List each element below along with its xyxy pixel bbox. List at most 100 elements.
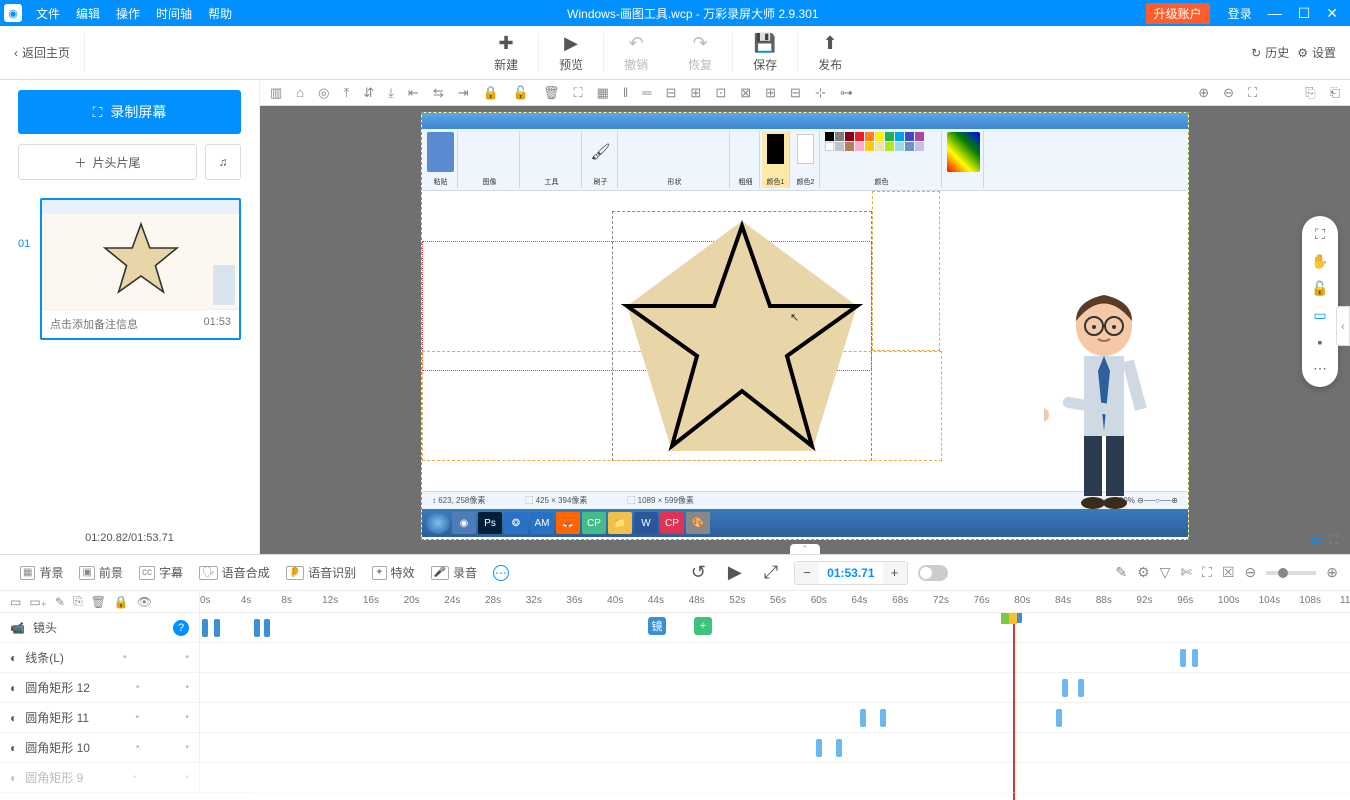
bg-button[interactable]: ▦背景 [12, 555, 71, 590]
dist8-icon[interactable]: ⊶ [840, 85, 853, 101]
spacing-v-icon[interactable]: ═ [642, 85, 651, 100]
clip[interactable] [880, 709, 886, 727]
zoom-in-icon[interactable]: ⊕ [1198, 85, 1209, 101]
menu-action[interactable]: 操作 [108, 5, 148, 22]
clip[interactable] [1078, 679, 1084, 697]
clip[interactable] [1056, 709, 1062, 727]
back-button[interactable]: ‹ 返回主页 [0, 44, 84, 61]
asr-button[interactable]: 👂语音识别 [278, 555, 364, 590]
dist1-icon[interactable]: ⊟ [666, 85, 677, 101]
minimize-icon[interactable]: — [1260, 5, 1290, 21]
del-icon[interactable]: ☒ [1222, 564, 1235, 581]
target-icon[interactable]: ◎ [318, 85, 329, 101]
clip[interactable] [254, 619, 260, 637]
t-icon6[interactable]: 🔒 [114, 595, 129, 609]
cut-icon[interactable]: ✄ [1180, 564, 1192, 581]
help-icon[interactable]: ? [173, 620, 189, 636]
lock-icon[interactable]: 🔒 [483, 85, 499, 101]
dist4-icon[interactable]: ⊠ [740, 85, 751, 101]
align-bottom-icon[interactable]: ⤓ [388, 85, 394, 101]
maximize-icon[interactable]: ☐ [1290, 5, 1319, 22]
edge-expand-tab[interactable]: ‹ [1336, 306, 1350, 346]
undo-button[interactable]: ↶撤销 [604, 33, 668, 73]
timeline-ruler[interactable]: 0s4s8s12s16s20s24s28s32s36s40s44s48s52s5… [200, 591, 1350, 612]
add-marker[interactable]: + [694, 617, 712, 635]
settings-button[interactable]: ⚙设置 [1297, 44, 1336, 61]
corner-screen-icon[interactable]: ▭ [1311, 532, 1323, 548]
dist3-icon[interactable]: ⊡ [715, 85, 726, 101]
paste-icon[interactable]: ⎗ [1330, 85, 1340, 101]
scene-thumbnail[interactable]: 01 点击添加备注信息 01:53 [18, 198, 241, 340]
play-button[interactable]: ▶ [722, 562, 748, 583]
home-icon[interactable]: ⌂ [296, 85, 304, 100]
history-button[interactable]: ↻历史 [1251, 44, 1289, 61]
clip[interactable] [860, 709, 866, 727]
menu-file[interactable]: 文件 [28, 5, 68, 22]
corner-fit-icon[interactable]: ⛶ [1329, 532, 1338, 548]
clip[interactable] [1062, 679, 1068, 697]
zoom-out-icon[interactable]: ⊖ [1223, 85, 1234, 101]
align-left-icon[interactable]: ⇤ [408, 85, 419, 101]
clip[interactable] [816, 739, 822, 757]
camera-marker[interactable]: 镜 [648, 617, 666, 635]
clip[interactable] [264, 619, 270, 637]
expand-button[interactable]: ⤢ [758, 562, 784, 583]
t-icon1[interactable]: ▭ [10, 595, 21, 609]
collapse-handle-icon[interactable]: ⌃ [790, 544, 820, 554]
close-icon[interactable]: ✕ [1318, 5, 1346, 22]
fx-button[interactable]: ✦特效 [364, 555, 422, 590]
clip[interactable] [836, 739, 842, 757]
fg-button[interactable]: ▣前景 [71, 555, 130, 590]
rewind-button[interactable]: ↺ [685, 562, 712, 583]
login-button[interactable]: 登录 [1220, 5, 1260, 22]
save-button[interactable]: 💾保存 [733, 33, 797, 73]
head-tail-button[interactable]: ＋片头片尾 [18, 144, 197, 180]
upgrade-button[interactable]: 升级账户 [1146, 3, 1210, 24]
new-button[interactable]: ✚新建 [474, 33, 538, 73]
dist6-icon[interactable]: ⊟ [790, 85, 801, 101]
record-screen-button[interactable]: ⛶录制屏幕 [18, 90, 241, 134]
filter-icon[interactable]: ▽ [1160, 564, 1171, 581]
tts-button[interactable]: 🗣语音合成 [191, 555, 278, 590]
layers-icon[interactable]: ▥ [270, 85, 282, 101]
clip[interactable] [214, 619, 220, 637]
more-button[interactable]: ⋯ [485, 555, 517, 590]
grid1-icon[interactable]: ▦ [597, 85, 609, 101]
crop-icon[interactable]: ⛶ [574, 85, 583, 101]
screen2-icon[interactable]: ▪ [1318, 334, 1323, 350]
subtitle-button[interactable]: cc字幕 [131, 555, 191, 590]
menu-timeline[interactable]: 时间轴 [148, 5, 200, 22]
t-icon2[interactable]: ▭₊ [29, 595, 47, 609]
fit-icon[interactable]: ⛶ [1248, 85, 1257, 101]
adjust-icon[interactable]: ⚙ [1137, 564, 1150, 581]
dist5-icon[interactable]: ⊞ [765, 85, 776, 101]
spacing-h-icon[interactable]: ‖ [623, 85, 628, 100]
fullscreen-icon[interactable]: ⛶ [1315, 226, 1325, 243]
canvas-frame[interactable]: 粘贴 图像 工具 🖌刷子 形状 粗细 颜色1 颜色2 颜色 [421, 112, 1189, 540]
zoom-out2-icon[interactable]: ⊖ [1245, 564, 1257, 581]
t-icon5[interactable]: 🗑 [91, 595, 106, 609]
t-icon3[interactable]: ✎ [55, 595, 65, 609]
edit-icon[interactable]: ✎ [1115, 564, 1127, 581]
dist7-icon[interactable]: ⊹ [815, 85, 826, 101]
crop2-icon[interactable]: ⛶ [1202, 564, 1212, 581]
delete-icon[interactable]: 🗑 [543, 85, 560, 101]
clip[interactable] [1192, 649, 1198, 667]
time-minus-button[interactable]: − [795, 562, 819, 584]
redo-button[interactable]: ↷恢复 [668, 33, 732, 73]
clip[interactable] [1180, 649, 1186, 667]
align-right-icon[interactable]: ⇥ [458, 85, 469, 101]
zoom-in2-icon[interactable]: ⊕ [1326, 564, 1338, 581]
clip[interactable] [202, 619, 208, 637]
unlock2-icon[interactable]: 🔓 [1311, 280, 1328, 297]
music-button[interactable]: ♫ [205, 144, 241, 180]
record-audio-button[interactable]: 🎤录音 [423, 555, 485, 590]
copy-icon[interactable]: ⎘ [1305, 85, 1315, 101]
time-plus-button[interactable]: + [883, 562, 907, 584]
screen-icon[interactable]: ▭ [1313, 307, 1326, 324]
align-hcenter-icon[interactable]: ⇆ [433, 85, 444, 101]
more-icon[interactable]: ⋯ [1313, 360, 1327, 377]
snap-toggle[interactable] [918, 565, 948, 581]
menu-edit[interactable]: 编辑 [68, 5, 108, 22]
align-vcenter-icon[interactable]: ⇵ [363, 85, 374, 101]
